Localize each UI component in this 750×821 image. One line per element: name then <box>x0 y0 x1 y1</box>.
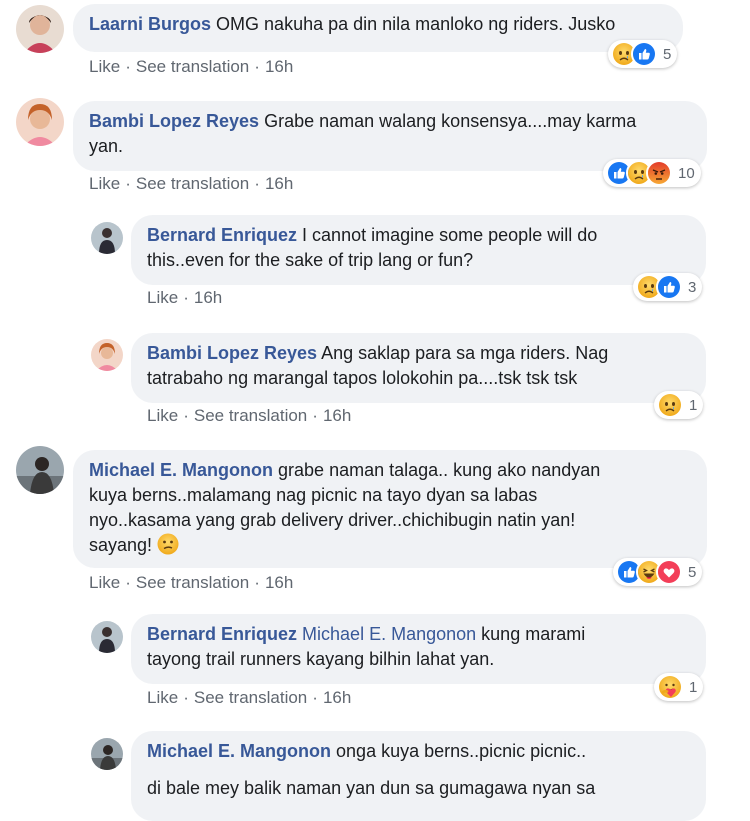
comment-text: yan. <box>89 136 124 156</box>
comment-author[interactable]: Bambi Lopez Reyes <box>147 343 317 363</box>
comment-text: sayang! <box>89 535 153 555</box>
love-reaction-icon <box>656 559 682 585</box>
avatar[interactable] <box>16 446 64 494</box>
sad-reaction-icon <box>657 392 683 418</box>
comment-author[interactable]: Michael E. Mangonon <box>147 741 331 761</box>
comment-author[interactable]: Michael E. Mangonon <box>89 460 273 480</box>
timestamp-link[interactable]: 16h <box>323 406 351 425</box>
reaction-count: 1 <box>689 678 698 696</box>
comment-text: I cannot imagine some people will do <box>302 225 598 245</box>
reaction-count: 5 <box>688 563 697 581</box>
comment-bubble: Bambi Lopez Reyes Ang saklap para sa mga… <box>131 333 706 403</box>
timestamp-link[interactable]: 16h <box>323 688 351 707</box>
like-link[interactable]: Like <box>147 688 178 707</box>
comment-text: di bale mey balik naman yan dun sa gumag… <box>147 778 596 798</box>
like-link[interactable]: Like <box>147 406 178 425</box>
reaction-count: 10 <box>678 164 695 182</box>
comment-actions: Like · See translation · 16h <box>89 57 294 76</box>
like-link[interactable]: Like <box>89 573 120 592</box>
see-translation-link[interactable]: See translation <box>136 57 249 76</box>
comment-bubble: Bernard Enriquez Michael E. Mangonon kun… <box>131 614 706 684</box>
comment-text: OMG nakuha pa din nila manloko ng riders… <box>216 14 616 34</box>
timestamp-link[interactable]: 16h <box>265 174 293 193</box>
comment-text: tatrabaho ng marangal tapos lolokohin pa… <box>147 368 578 388</box>
angry-reaction-icon <box>646 160 672 186</box>
comment-text: kung marami <box>481 624 586 644</box>
reaction-count: 3 <box>688 278 697 296</box>
reaction-count: 1 <box>689 396 698 414</box>
see-translation-link[interactable]: See translation <box>194 688 307 707</box>
see-translation-link[interactable]: See translation <box>136 174 249 193</box>
reactions-summary[interactable]: 3 <box>633 273 703 301</box>
comment-author[interactable]: Bernard Enriquez <box>147 225 297 245</box>
timestamp-link[interactable]: 16h <box>265 573 293 592</box>
confused-emoji-icon <box>157 533 179 562</box>
comment-actions: Like · See translation · 16h <box>147 406 352 425</box>
comment-author[interactable]: Bernard Enriquez <box>147 624 297 644</box>
comment-bubble: Michael E. Mangonon grabe naman talaga..… <box>73 450 707 568</box>
comment-text: this..even for the sake of trip lang or … <box>147 250 474 270</box>
avatar[interactable] <box>91 339 123 371</box>
comment-author[interactable]: Bambi Lopez Reyes <box>89 111 259 131</box>
see-translation-link[interactable]: See translation <box>136 573 249 592</box>
like-link[interactable]: Like <box>147 288 178 307</box>
comment-text: grabe naman talaga.. kung ako nandyan <box>278 460 601 480</box>
comment-bubble: Michael E. Mangonon onga kuya berns..pic… <box>131 731 706 821</box>
comment-text: Ang saklap para sa mga riders. Nag <box>321 343 609 363</box>
see-translation-link[interactable]: See translation <box>194 406 307 425</box>
comment-actions: Like · See translation · 16h <box>147 688 352 707</box>
like-link[interactable]: Like <box>89 174 120 193</box>
reactions-summary[interactable]: 5 <box>608 40 678 68</box>
comment-text: tayong trail runners kayang bilhin lahat… <box>147 649 495 669</box>
comment-bubble: Laarni Burgos OMG nakuha pa din nila man… <box>73 4 683 52</box>
comment-actions: Like · 16h <box>147 288 223 307</box>
reactions-summary[interactable]: 5 <box>613 558 703 586</box>
avatar[interactable] <box>16 5 64 53</box>
like-link[interactable]: Like <box>89 57 120 76</box>
comment-text: kuya berns..malamang nag picnic na tayo … <box>89 485 538 505</box>
comment-bubble: Bernard Enriquez I cannot imagine some p… <box>131 215 706 285</box>
avatar[interactable] <box>91 621 123 653</box>
comment-text: nyo..kasama yang grab delivery driver..c… <box>89 510 576 530</box>
timestamp-link[interactable]: 16h <box>194 288 222 307</box>
reaction-count: 5 <box>663 45 672 63</box>
comment-text: Grabe naman walang konsensya....may karm… <box>264 111 637 131</box>
timestamp-link[interactable]: 16h <box>265 57 293 76</box>
avatar[interactable] <box>16 98 64 146</box>
comment-actions: Like · See translation · 16h <box>89 174 294 193</box>
mention-link[interactable]: Michael E. Mangonon <box>302 624 476 644</box>
reactions-summary[interactable]: 1 <box>654 673 704 701</box>
avatar[interactable] <box>91 222 123 254</box>
comment-actions: Like · See translation · 16h <box>89 573 294 592</box>
comment-author[interactable]: Laarni Burgos <box>89 14 211 34</box>
reactions-summary[interactable]: 1 <box>654 391 704 419</box>
reactions-summary[interactable]: 10 <box>603 159 701 187</box>
comment-text: onga kuya berns..picnic picnic.. <box>336 741 587 761</box>
care-reaction-icon <box>657 674 683 700</box>
avatar[interactable] <box>91 738 123 770</box>
like-reaction-icon <box>656 274 682 300</box>
like-reaction-icon <box>631 41 657 67</box>
